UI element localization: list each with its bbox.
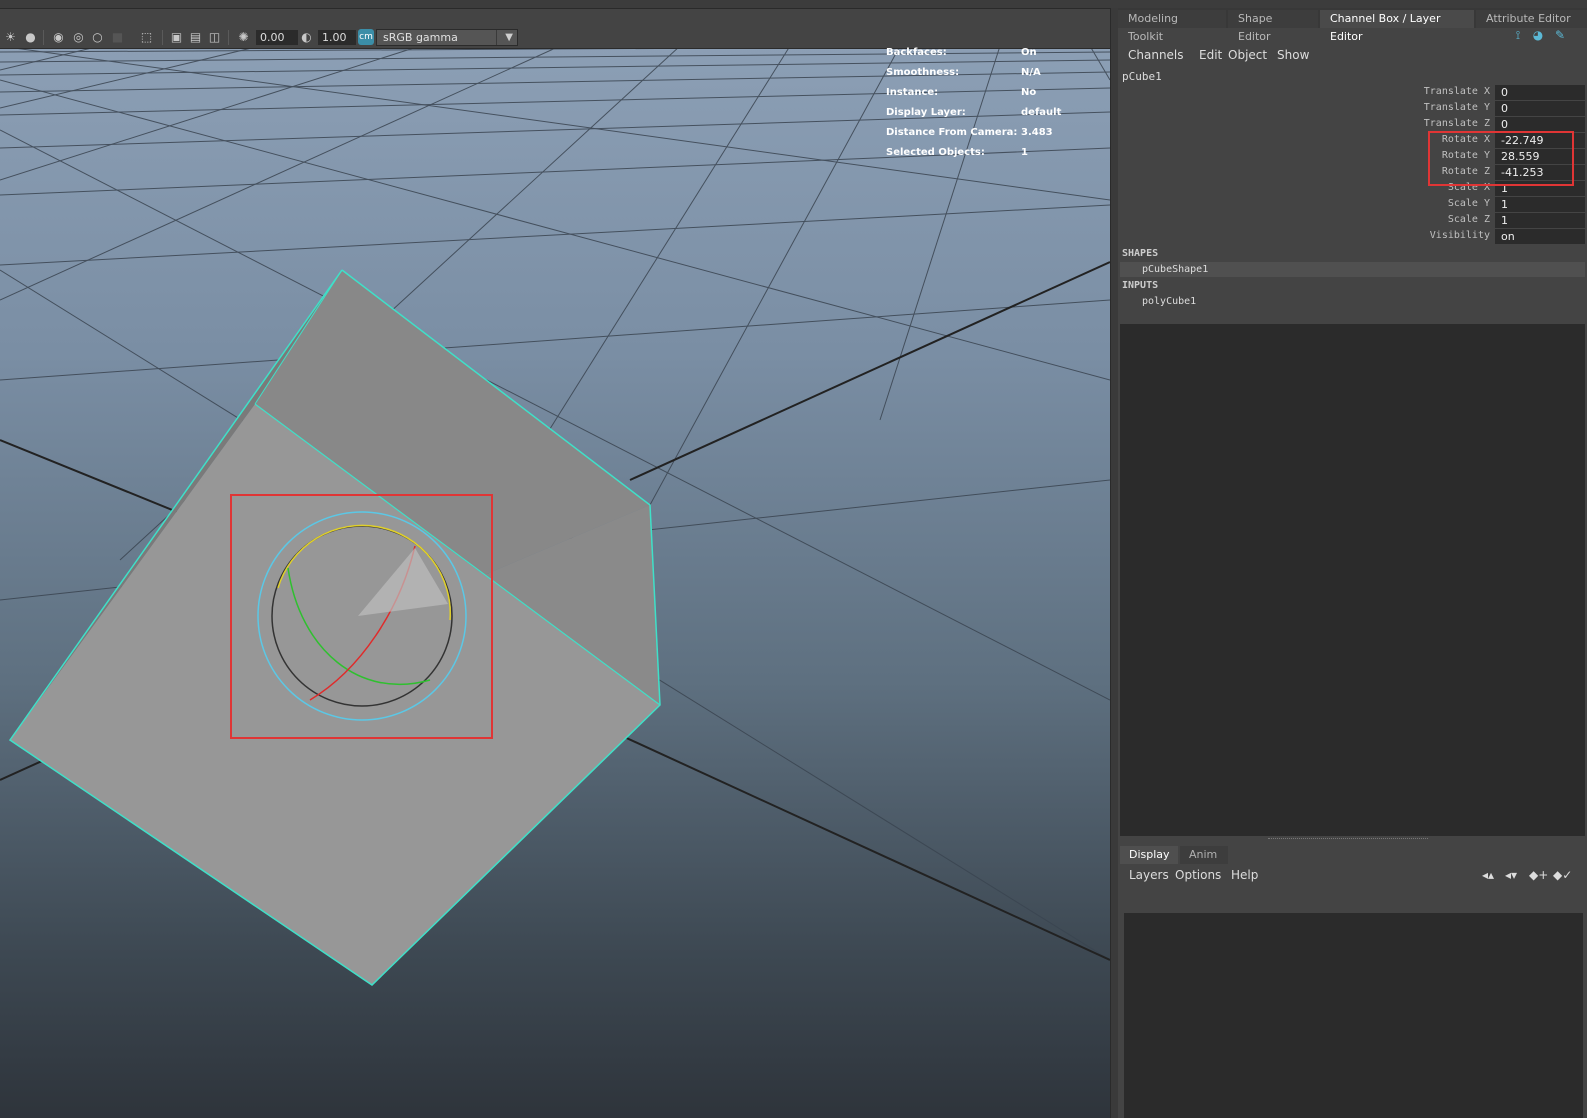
- move-layer-down-icon[interactable]: ◂▾: [1503, 868, 1519, 882]
- hud-row: Backfaces: On: [886, 47, 1086, 67]
- channel-row-translate-x[interactable]: Translate X 0: [1118, 85, 1587, 101]
- hud-value: 3.483: [1021, 127, 1053, 138]
- channel-label[interactable]: Scale Z: [1448, 214, 1490, 225]
- color-management-icon[interactable]: cm: [358, 29, 374, 45]
- toolbar-separator: [43, 30, 44, 45]
- channel-value-field[interactable]: 0: [1495, 85, 1585, 100]
- tab-anim[interactable]: Anim: [1180, 846, 1228, 864]
- tab-modeling-toolkit[interactable]: Modeling Toolkit: [1118, 10, 1226, 43]
- shape-item[interactable]: pCubeShape1: [1120, 262, 1585, 277]
- hud-value: On: [1021, 47, 1037, 58]
- hud-value: 1: [1021, 147, 1028, 158]
- menu-options[interactable]: Options: [1175, 868, 1221, 882]
- object-name[interactable]: pCube1: [1122, 70, 1162, 83]
- channel-label[interactable]: Visibility: [1430, 230, 1490, 241]
- channel-row-scale-y[interactable]: Scale Y 1: [1118, 197, 1587, 213]
- menu-edit[interactable]: Edit: [1199, 48, 1222, 62]
- chevron-down-icon: ▼: [505, 32, 513, 43]
- channel-value-field[interactable]: on: [1495, 229, 1585, 244]
- manipulator-axes-icon[interactable]: ⟟: [1511, 28, 1525, 42]
- toolbar-separator: [228, 30, 229, 45]
- hud-key: Distance From Camera:: [886, 127, 1018, 138]
- channel-value-field[interactable]: 0: [1495, 101, 1585, 116]
- hud-row: Smoothness: N/A: [886, 67, 1086, 87]
- tab-display[interactable]: Display: [1120, 846, 1178, 864]
- menu-channels[interactable]: Channels: [1128, 48, 1184, 62]
- highlight-box-rotate: [1428, 131, 1574, 186]
- pane-splitter-handle[interactable]: [1268, 838, 1428, 841]
- layer-list: [1124, 913, 1583, 1118]
- xray-joints-icon[interactable]: ▤: [189, 31, 202, 44]
- panel-tabs: Modeling Toolkit Shape Editor Channel Bo…: [1118, 8, 1587, 43]
- heads-up-display: Backfaces: On Smoothness: N/A Instance: No Dis…: [886, 47, 1086, 167]
- toolbar-separator: [162, 30, 163, 45]
- axis-line: [619, 734, 1110, 961]
- move-layer-up-icon[interactable]: ◂▴: [1480, 868, 1496, 882]
- highlight-box-manipulator: [230, 494, 493, 739]
- depth-of-field-icon[interactable]: ■: [111, 31, 124, 44]
- view-transform-value: sRGB gamma: [383, 31, 458, 44]
- tab-shape-editor[interactable]: Shape Editor: [1228, 10, 1318, 43]
- speed-icon[interactable]: ◕: [1531, 28, 1545, 42]
- xray-icon[interactable]: ▣: [170, 31, 183, 44]
- panel-icon-group: ⟟ ◕ ✎: [1511, 28, 1581, 44]
- viewport-toolbar: ☀ ● ◉ ◎ ○ ■ ⬚ ▣ ▤ ◫ ✺ 0.00 ◐ 1.00 cm sRG…: [0, 26, 1110, 49]
- hud-row: Display Layer: default: [886, 107, 1086, 127]
- channel-box-empty-area: [1120, 324, 1585, 836]
- tab-attribute-editor[interactable]: Attribute Editor: [1476, 10, 1587, 28]
- channel-label[interactable]: Translate X: [1424, 86, 1490, 97]
- motion-blur-icon[interactable]: ◎: [72, 31, 85, 44]
- tab-channel-box-layer-editor[interactable]: Channel Box / Layer Editor: [1320, 10, 1474, 43]
- hud-value: default: [1021, 107, 1062, 118]
- menu-help[interactable]: Help: [1231, 868, 1258, 882]
- hud-key: Smoothness:: [886, 67, 960, 78]
- gamma-field[interactable]: 1.00: [318, 30, 356, 45]
- menu-object[interactable]: Object: [1228, 48, 1267, 62]
- viewport-scene: [0, 45, 1110, 986]
- view-transform-dropdown[interactable]: sRGB gamma ▼: [376, 29, 518, 46]
- channel-label[interactable]: Scale Y: [1448, 198, 1490, 209]
- shadows-icon[interactable]: ●: [24, 31, 37, 44]
- hud-key: Display Layer:: [886, 107, 966, 118]
- lighting-icon[interactable]: ☀: [4, 31, 17, 44]
- input-item[interactable]: polyCube1: [1120, 294, 1585, 309]
- new-layer-selected-icon[interactable]: ◆✓: [1553, 868, 1572, 882]
- layer-editor-menu: Layers Options Help ◂▴ ◂▾ ◆+ ◆✓: [1120, 864, 1585, 910]
- edit-icon[interactable]: ✎: [1553, 28, 1567, 42]
- new-layer-icon[interactable]: ◆+: [1529, 868, 1548, 882]
- axis-line: [629, 261, 1110, 481]
- gamma-icon[interactable]: ◐: [300, 31, 313, 44]
- inputs-section-title: INPUTS: [1122, 280, 1159, 291]
- channel-row-scale-z[interactable]: Scale Z 1: [1118, 213, 1587, 229]
- channel-label[interactable]: Translate Y: [1424, 102, 1490, 113]
- hud-key: Selected Objects:: [886, 147, 985, 158]
- exposure-field[interactable]: 0.00: [256, 30, 298, 45]
- 3d-viewport[interactable]: [0, 26, 1110, 1118]
- ambient-occlusion-icon[interactable]: ◉: [52, 31, 65, 44]
- channel-row-visibility[interactable]: Visibility on: [1118, 229, 1587, 245]
- channel-value-field[interactable]: 1: [1495, 197, 1585, 212]
- right-panel: Modeling Toolkit Shape Editor Channel Bo…: [1118, 8, 1587, 1118]
- shapes-section-title: SHAPES: [1122, 248, 1159, 259]
- hud-key: Backfaces:: [886, 47, 947, 58]
- menu-layers[interactable]: Layers: [1129, 868, 1169, 882]
- hud-value: N/A: [1021, 67, 1041, 78]
- hud-key: Instance:: [886, 87, 939, 98]
- anti-aliasing-icon[interactable]: ○: [91, 31, 104, 44]
- channel-row-translate-y[interactable]: Translate Y 0: [1118, 101, 1587, 117]
- channel-value-field[interactable]: 1: [1495, 213, 1585, 228]
- menu-show[interactable]: Show: [1277, 48, 1309, 62]
- xray-components-icon[interactable]: ◫: [208, 31, 221, 44]
- exposure-icon[interactable]: ✺: [237, 31, 250, 44]
- hud-value: No: [1021, 87, 1037, 98]
- hud-row: Selected Objects: 1: [886, 147, 1086, 167]
- channel-label[interactable]: Translate Z: [1424, 118, 1490, 129]
- hud-row: Distance From Camera: 3.483: [886, 127, 1086, 147]
- channel-value-field[interactable]: 0: [1495, 117, 1585, 132]
- dropdown-divider: [496, 30, 497, 45]
- hud-row: Instance: No: [886, 87, 1086, 107]
- isolate-select-icon[interactable]: ⬚: [140, 31, 153, 44]
